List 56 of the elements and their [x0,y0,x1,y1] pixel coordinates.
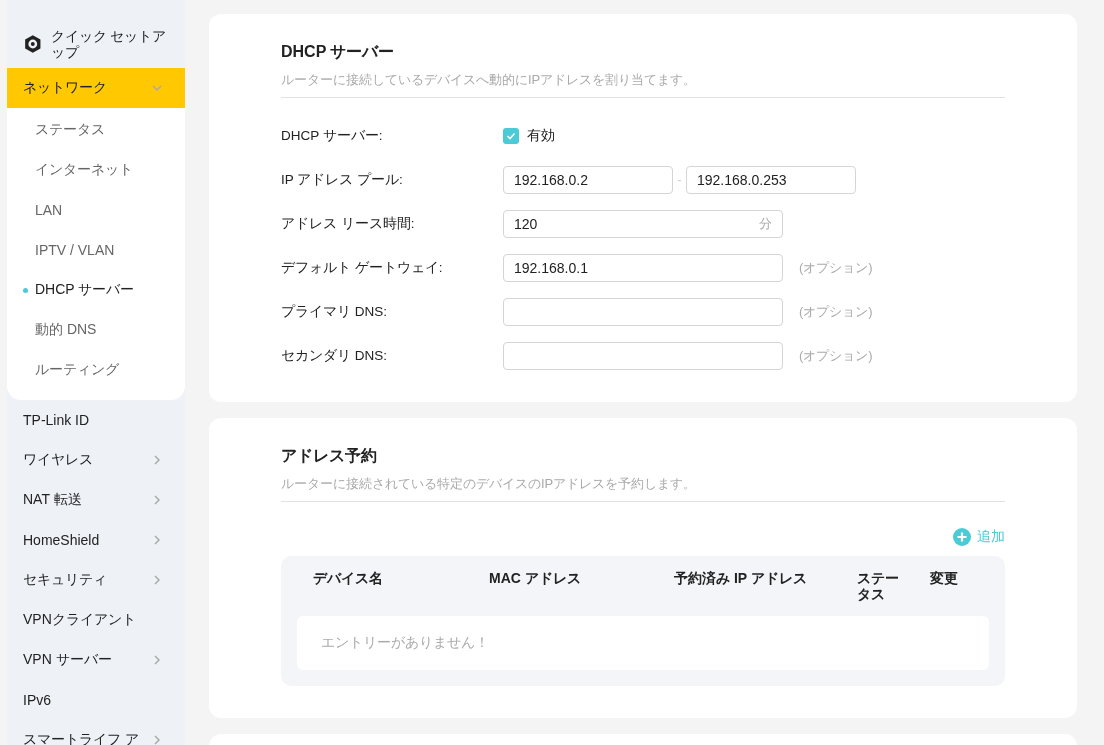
column-header: デバイス名 [313,570,384,586]
submenu-item[interactable]: ステータス [7,110,185,150]
sidebar-item[interactable]: セキュリティ [7,560,185,600]
column-header: ステータス [857,570,900,602]
sidebar-item[interactable]: TP-Link ID [7,400,185,440]
chevron-icon [151,654,163,666]
field-label: プライマリ DNS: [281,303,388,321]
submenu-item[interactable]: IPTV / VLAN [7,230,185,270]
optional-note: (オプション) [799,303,873,321]
field-label: DHCP サーバー: [281,127,384,145]
chevron-icon [151,734,163,745]
chevron-icon [151,454,163,466]
field-label: アドレス リース時間: [281,215,416,233]
optional-note: (オプション) [799,347,873,365]
sidebar-item[interactable]: スマートライフ ア [7,720,185,745]
gear-icon [23,34,43,54]
column-header: 予約済み IP アドレス [674,570,808,586]
column-header: 変更 [930,570,959,586]
input-field[interactable]: 192.168.0.1 [503,254,783,282]
optional-note: (オプション) [799,259,873,277]
chevron-icon [151,494,163,506]
check-icon [506,131,516,141]
column-header: MAC アドレス [489,570,582,586]
chevron-icon [151,82,163,94]
input-field[interactable] [503,298,783,326]
chevron-icon [151,534,163,546]
plus-icon [953,528,971,546]
sidebar-item[interactable]: VPNクライアント [7,600,185,640]
empty-message: エントリーがありません！ [297,616,989,670]
checkbox[interactable] [503,128,519,144]
field-label: セカンダリ DNS: [281,347,388,365]
quick-setup-link[interactable]: クイック セットアップ [50,28,173,60]
range-separator: - [676,173,683,187]
field-label: デフォルト ゲートウェイ: [281,259,444,277]
submenu-item[interactable]: ルーティング [7,350,185,390]
chevron-icon [151,574,163,586]
checkbox-label: 有効 [527,127,555,145]
input-field[interactable]: 192.168.0.253 [686,166,856,194]
input-field[interactable] [503,342,783,370]
sidebar-item[interactable]: IPv6 [7,680,185,720]
sidebar-item[interactable]: ワイヤレス [7,440,185,480]
section-title: DHCP サーバー [281,42,396,62]
submenu-item[interactable]: DHCP サーバー [7,270,185,310]
section-title: アドレス予約 [281,446,378,466]
submenu-item[interactable]: インターネット [7,150,185,190]
submenu-item[interactable]: 動的 DNS [7,310,185,350]
sidebar-item[interactable]: HomeShield [7,520,185,560]
input-field[interactable]: 192.168.0.2 [503,166,673,194]
sidebar-item[interactable]: VPN サーバー [7,640,185,680]
section-description: ルーターに接続しているデバイスへ動的にIPアドレスを割り当てます。 [281,71,1005,98]
field-label: IP アドレス プール: [281,171,404,189]
section-description: ルーターに接続されている特定のデバイスのIPアドレスを予約します。 [281,475,1005,502]
input-field[interactable]: 120 分 [503,210,783,238]
sidebar-item[interactable]: ネットワーク [7,68,185,108]
sidebar-item[interactable]: NAT 転送 [7,480,185,520]
submenu-item[interactable]: LAN [7,190,185,230]
